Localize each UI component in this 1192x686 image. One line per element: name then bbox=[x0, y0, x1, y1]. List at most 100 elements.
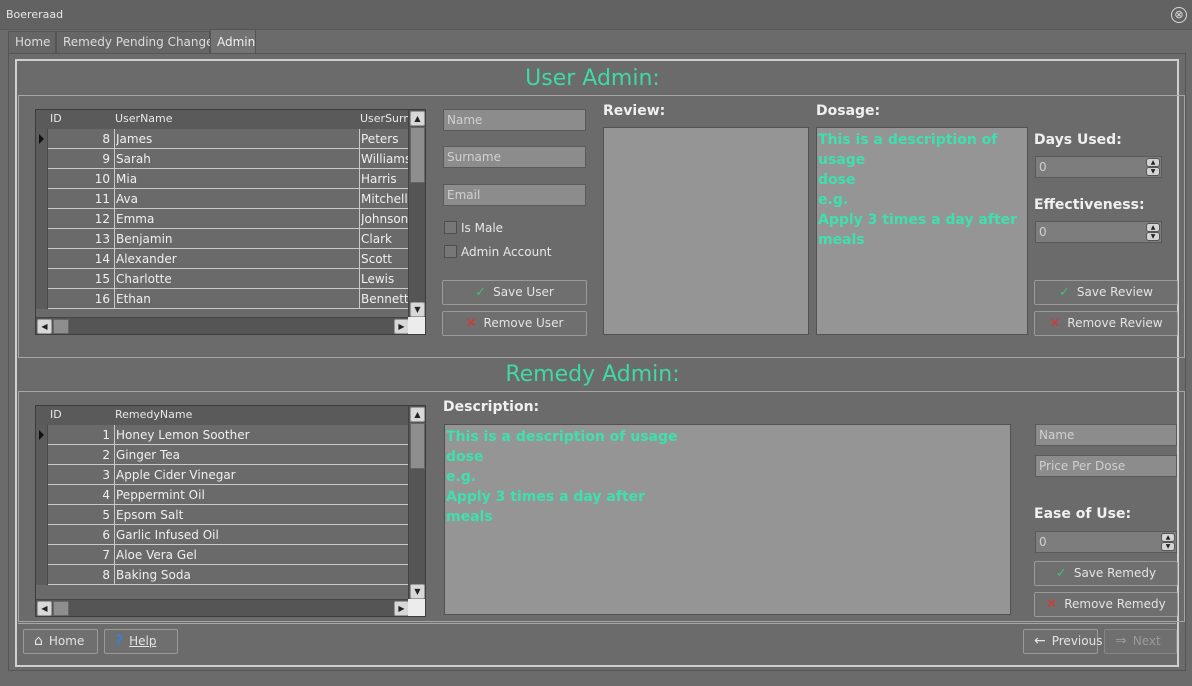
users-grid[interactable]: ID UserName UserSurn 8 James Peters 9 Sarah W… bbox=[35, 109, 426, 335]
table-cell-name[interactable]: Baking Soda bbox=[116, 568, 406, 582]
close-icon[interactable]: ⊗ bbox=[1171, 7, 1187, 23]
table-cell-name[interactable]: Ginger Tea bbox=[116, 448, 406, 462]
row-indicator[interactable] bbox=[36, 445, 48, 465]
row-indicator[interactable] bbox=[36, 505, 48, 525]
stepper-buttons[interactable]: ▲ ▼ bbox=[1161, 533, 1175, 551]
table-cell-id[interactable]: 8 bbox=[50, 132, 110, 146]
table-cell-id[interactable]: 13 bbox=[50, 232, 110, 246]
row-indicator[interactable] bbox=[36, 189, 48, 209]
save-review-button[interactable]: ✓ Save Review bbox=[1034, 280, 1178, 305]
table-cell-name[interactable]: James bbox=[116, 132, 356, 146]
stepper-buttons[interactable]: ▲ ▼ bbox=[1146, 158, 1160, 176]
ease-of-use-stepper[interactable]: 0 ▲ ▼ bbox=[1035, 531, 1177, 553]
column-header-username[interactable]: UserName bbox=[115, 112, 355, 125]
table-cell-surname[interactable]: Bennett bbox=[361, 292, 411, 306]
table-cell-name[interactable]: Garlic Infused Oil bbox=[116, 528, 406, 542]
remedy-name-input[interactable]: Name bbox=[1035, 424, 1177, 446]
scroll-down-icon[interactable]: ▼ bbox=[410, 584, 425, 599]
table-cell-surname[interactable]: Harris bbox=[361, 172, 411, 186]
table-row[interactable]: 10 Mia Harris bbox=[36, 169, 410, 189]
table-cell-name[interactable]: Charlotte bbox=[116, 272, 356, 286]
tab-admin[interactable]: Admin bbox=[210, 29, 256, 54]
next-button[interactable]: ⇒ Next bbox=[1104, 629, 1177, 654]
table-cell-id[interactable]: 4 bbox=[50, 488, 110, 502]
row-indicator[interactable] bbox=[36, 169, 48, 189]
remedies-grid[interactable]: ID RemedyName 1 Honey Lemon Soother 2 Ginge… bbox=[35, 405, 426, 617]
remedies-grid-vscroll[interactable]: ▲ ▼ bbox=[408, 406, 425, 600]
user-email-input[interactable]: Email bbox=[443, 184, 586, 206]
stepper-down-icon[interactable]: ▼ bbox=[1146, 167, 1160, 176]
table-cell-surname[interactable]: Peters bbox=[361, 132, 411, 146]
table-row[interactable]: 1 Honey Lemon Soother bbox=[36, 425, 410, 445]
row-indicator[interactable] bbox=[36, 269, 48, 289]
remove-remedy-button[interactable]: ✕ Remove Remedy bbox=[1034, 592, 1178, 617]
tab-remedy-pending-changes[interactable]: Remedy Pending Changes bbox=[56, 31, 220, 54]
tab-home[interactable]: Home bbox=[8, 31, 56, 54]
users-grid-vscroll[interactable]: ▲ ▼ bbox=[408, 110, 425, 318]
column-header-id[interactable]: ID bbox=[50, 408, 110, 421]
table-row[interactable]: 12 Emma Johnson bbox=[36, 209, 410, 229]
remove-user-button[interactable]: ✕ Remove User bbox=[442, 311, 587, 336]
table-row[interactable]: 16 Ethan Bennett bbox=[36, 289, 410, 309]
table-cell-id[interactable]: 5 bbox=[50, 508, 110, 522]
checkbox-icon[interactable] bbox=[444, 245, 457, 258]
row-indicator[interactable] bbox=[36, 209, 48, 229]
row-indicator[interactable] bbox=[36, 289, 48, 309]
table-cell-id[interactable]: 9 bbox=[50, 152, 110, 166]
review-textarea[interactable] bbox=[603, 127, 809, 335]
table-cell-id[interactable]: 11 bbox=[50, 192, 110, 206]
scroll-left-icon[interactable]: ◀ bbox=[37, 601, 52, 616]
stepper-down-icon[interactable]: ▼ bbox=[1161, 542, 1175, 551]
scroll-right-icon[interactable]: ▶ bbox=[394, 601, 409, 616]
save-user-button[interactable]: ✓ Save User bbox=[442, 280, 587, 305]
table-cell-id[interactable]: 1 bbox=[50, 428, 110, 442]
help-button[interactable]: ? Help bbox=[104, 629, 178, 654]
description-textarea[interactable]: This is a description of usage dose e.g.… bbox=[444, 424, 1011, 615]
table-row[interactable]: 15 Charlotte Lewis bbox=[36, 269, 410, 289]
stepper-down-icon[interactable]: ▼ bbox=[1146, 232, 1160, 241]
stepper-buttons[interactable]: ▲ ▼ bbox=[1146, 223, 1160, 241]
table-row[interactable]: 2 Ginger Tea bbox=[36, 445, 410, 465]
scroll-up-icon[interactable]: ▲ bbox=[410, 111, 425, 126]
table-cell-name[interactable]: Honey Lemon Soother bbox=[116, 428, 406, 442]
table-row[interactable]: 11 Ava Mitchell bbox=[36, 189, 410, 209]
users-grid-hscroll[interactable]: ◀ ▶ bbox=[36, 317, 410, 334]
row-indicator[interactable] bbox=[36, 249, 48, 269]
table-row[interactable]: 7 Aloe Vera Gel bbox=[36, 545, 410, 565]
table-cell-surname[interactable]: Clark bbox=[361, 232, 411, 246]
row-indicator[interactable] bbox=[36, 149, 48, 169]
table-cell-id[interactable]: 15 bbox=[50, 272, 110, 286]
stepper-up-icon[interactable]: ▲ bbox=[1146, 158, 1160, 167]
row-indicator[interactable] bbox=[36, 485, 48, 505]
row-indicator[interactable] bbox=[36, 229, 48, 249]
table-row[interactable]: 8 James Peters bbox=[36, 129, 410, 149]
is-male-checkbox[interactable]: Is Male bbox=[444, 221, 503, 235]
table-cell-surname[interactable]: Williams bbox=[361, 152, 411, 166]
column-header-usersurname[interactable]: UserSurn bbox=[360, 112, 410, 125]
table-row[interactable]: 13 Benjamin Clark bbox=[36, 229, 410, 249]
row-indicator[interactable] bbox=[36, 525, 48, 545]
scroll-thumb[interactable] bbox=[410, 127, 425, 183]
table-cell-surname[interactable]: Johnson bbox=[361, 212, 411, 226]
column-header-id[interactable]: ID bbox=[50, 112, 110, 125]
table-row[interactable]: 14 Alexander Scott bbox=[36, 249, 410, 269]
scroll-right-icon[interactable]: ▶ bbox=[394, 319, 409, 334]
row-indicator[interactable] bbox=[36, 565, 48, 585]
table-row[interactable]: 5 Epsom Salt bbox=[36, 505, 410, 525]
checkbox-icon[interactable] bbox=[444, 221, 457, 234]
stepper-up-icon[interactable]: ▲ bbox=[1161, 533, 1175, 542]
table-row[interactable]: 8 Baking Soda bbox=[36, 565, 410, 585]
table-cell-id[interactable]: 14 bbox=[50, 252, 110, 266]
column-header-remedyname[interactable]: RemedyName bbox=[115, 408, 375, 421]
table-cell-id[interactable]: 10 bbox=[50, 172, 110, 186]
table-cell-name[interactable]: Mia bbox=[116, 172, 356, 186]
save-remedy-button[interactable]: ✓ Save Remedy bbox=[1034, 561, 1178, 586]
scroll-down-icon[interactable]: ▼ bbox=[410, 302, 425, 317]
table-cell-name[interactable]: Aloe Vera Gel bbox=[116, 548, 406, 562]
table-cell-surname[interactable]: Scott bbox=[361, 252, 411, 266]
table-cell-name[interactable]: Emma bbox=[116, 212, 356, 226]
table-cell-name[interactable]: Sarah bbox=[116, 152, 356, 166]
table-cell-name[interactable]: Apple Cider Vinegar bbox=[116, 468, 406, 482]
scroll-thumb[interactable] bbox=[410, 423, 425, 469]
table-cell-id[interactable]: 2 bbox=[50, 448, 110, 462]
